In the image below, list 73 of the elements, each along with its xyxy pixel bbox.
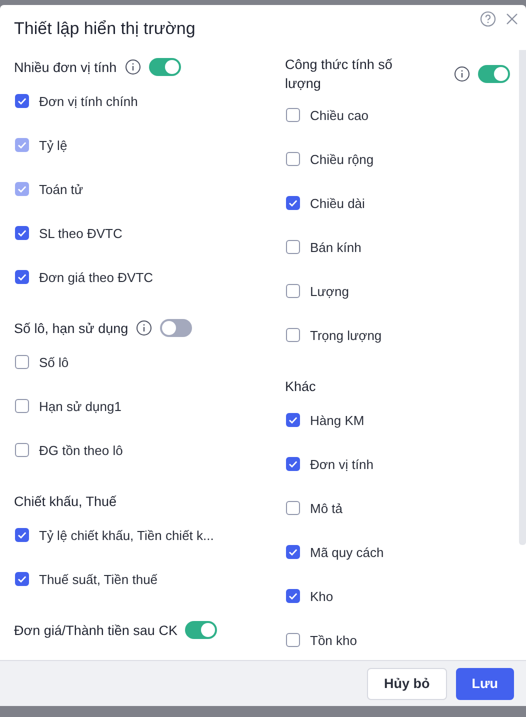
checkbox[interactable] [286,545,300,559]
checkbox-label: Mô tả [310,500,343,516]
toggle-switch[interactable] [148,58,181,76]
checkbox-label: Chiều cao [310,108,369,122]
check-icon [288,547,298,557]
checkbox-label: Mã quy cách [310,544,384,560]
checkbox-label: Toán tử [39,182,84,196]
checkbox[interactable] [286,589,300,603]
checkbox[interactable] [15,528,29,542]
checkbox[interactable] [286,457,300,471]
checkbox-label: Trọng lượng [310,328,382,342]
check-icon [288,198,298,208]
checkbox-label: Tỷ lệ chiết khấu, Tiền chiết k... [39,528,214,542]
dialog-title: Thiết lập hiển thị trường [14,18,196,39]
checkbox-label: Chiều rộng [310,152,374,166]
checkbox-label: ĐG tồn theo lô [39,442,123,458]
info-icon[interactable] [454,66,470,82]
check-icon [288,591,298,601]
checkbox-label: Kho [310,588,334,604]
check-icon [288,415,298,425]
checkbox[interactable] [15,572,29,586]
toggle-switch[interactable] [185,621,218,639]
section-title: Nhiều đơn vị tính [14,58,117,76]
checkbox[interactable] [286,152,300,166]
cancel-button[interactable]: Hủy bỏ [366,668,447,700]
checkbox[interactable] [286,633,300,647]
section-title: Công thức tính số lượng [285,56,394,93]
check-icon [288,459,298,469]
checkbox-label: Hạn sử dụng1 [39,398,122,414]
checkbox[interactable] [286,328,300,342]
toggle-switch[interactable] [160,319,192,337]
checkbox[interactable] [286,108,300,122]
checkbox-label: Lượng [310,284,349,298]
checkbox-label: SL theo ĐVTC [39,226,122,240]
checkbox-label: Tỷ lệ [39,138,68,152]
checkbox[interactable] [15,355,29,369]
section-title: Đơn giá/Thành tiền sau CK [14,622,178,640]
checkbox-label: Bán kính [310,240,362,254]
checkbox[interactable] [286,284,300,298]
checkbox-label: Tồn kho [310,632,357,648]
checkbox[interactable] [286,413,300,427]
check-icon [17,530,27,540]
check-icon [17,574,27,584]
checkbox-label: Hàng KM [310,412,364,428]
checkbox[interactable] [15,270,29,284]
checkbox[interactable] [286,240,300,254]
checkbox-label: Đơn vị tính [310,456,374,472]
checkbox-label: Đơn vị tính chính [39,94,138,108]
section-title: Khác [285,378,316,396]
save-button[interactable]: Lưu [456,668,514,700]
checkbox[interactable] [286,196,300,210]
check-icon [17,228,27,238]
section-title: Số lô, hạn sử dụng [14,320,128,338]
info-icon[interactable] [136,320,152,336]
check-icon [17,272,27,282]
section-title: Chiết khấu, Thuế [14,492,117,510]
check-icon [17,96,27,106]
checkbox[interactable] [286,501,300,515]
checkbox[interactable] [15,399,29,413]
info-icon[interactable] [124,59,141,75]
check-icon [17,140,27,150]
checkbox-label: Số lô [39,354,69,370]
checkbox[interactable] [15,226,29,240]
checkbox-label: Đơn giá theo ĐVTC [39,270,154,284]
checkbox-label: Chiều dài [310,196,365,210]
checkbox[interactable] [15,94,29,108]
close-icon[interactable] [505,12,519,26]
toggle-switch[interactable] [478,65,510,83]
help-icon[interactable] [480,11,496,27]
check-icon [17,184,27,194]
checkbox[interactable] [15,443,29,457]
checkbox-label: Thuế suất, Tiền thuế [39,572,158,586]
scrollbar[interactable] [519,50,526,545]
